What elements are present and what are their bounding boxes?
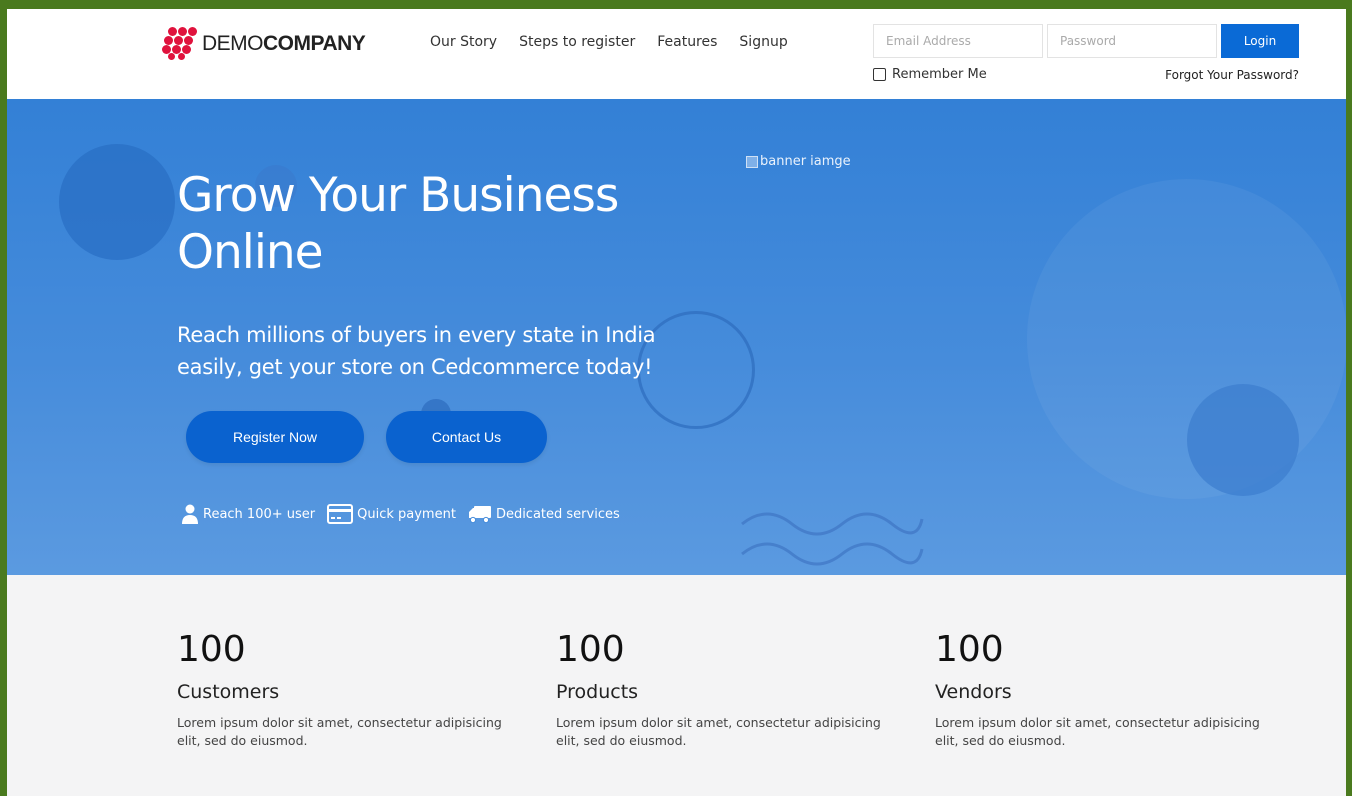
credit-card-icon — [327, 504, 354, 524]
brand-logo[interactable]: DEMOCOMPANY — [162, 27, 366, 61]
stat-number: 100 — [556, 629, 625, 670]
banner-image-alt: banner iamge — [760, 154, 851, 169]
stat-products: 100 Products Lorem ipsum dolor sit amet,… — [556, 630, 896, 750]
feature-quick-payment: Quick payment — [327, 504, 456, 524]
decorative-glow — [1027, 179, 1346, 499]
decorative-circle — [59, 144, 175, 260]
nav-steps-to-register[interactable]: Steps to register — [519, 34, 635, 50]
brand-name: DEMOCOMPANY — [202, 32, 366, 56]
logo-dots-icon — [162, 27, 198, 61]
feature-reach-users: Reach 100+ user — [181, 504, 315, 524]
hero-features: Reach 100+ user Quick payment Dedicated … — [181, 504, 620, 524]
stat-label: Vendors — [935, 681, 1012, 703]
site-header: DEMOCOMPANY Our Story Steps to register … — [7, 9, 1346, 99]
stat-number: 100 — [935, 629, 1004, 670]
feature-label: Quick payment — [357, 506, 456, 522]
forgot-password-link[interactable]: Forgot Your Password? — [1165, 68, 1299, 82]
brand-name-light: DEMO — [202, 32, 264, 55]
stat-description: Lorem ipsum dolor sit amet, consectetur … — [556, 715, 881, 748]
stat-label: Products — [556, 681, 639, 703]
decorative-circle — [1187, 384, 1299, 496]
feature-dedicated-services: Dedicated services — [468, 504, 620, 524]
banner-image: banner iamge — [746, 154, 851, 169]
feature-label: Reach 100+ user — [203, 506, 316, 522]
contact-us-button[interactable]: Contact Us — [386, 411, 547, 463]
login-form: Login Remember Me Forgot Your Password? — [873, 24, 1299, 82]
register-now-button[interactable]: Register Now — [186, 411, 364, 463]
password-field[interactable] — [1047, 24, 1217, 58]
remember-me[interactable]: Remember Me — [873, 67, 987, 82]
stat-vendors: 100 Vendors Lorem ipsum dolor sit amet, … — [935, 630, 1275, 750]
stat-description: Lorem ipsum dolor sit amet, consectetur … — [177, 715, 502, 748]
stats-section: 100 Customers Lorem ipsum dolor sit amet… — [7, 575, 1346, 796]
nav-signup[interactable]: Signup — [739, 34, 787, 50]
stat-label: Customers — [177, 681, 280, 703]
page-frame: DEMOCOMPANY Our Story Steps to register … — [7, 9, 1346, 796]
login-button[interactable]: Login — [1221, 24, 1299, 58]
hero-subtitle: Reach millions of buyers in every state … — [177, 323, 656, 379]
main-nav: Our Story Steps to register Features Sig… — [430, 34, 788, 50]
user-icon — [182, 504, 198, 524]
feature-label: Dedicated services — [495, 506, 620, 522]
broken-image-icon — [746, 155, 758, 168]
remember-me-label: Remember Me — [892, 67, 987, 82]
truck-icon — [468, 506, 491, 524]
nav-our-story[interactable]: Our Story — [430, 34, 497, 50]
stat-number: 100 — [177, 629, 246, 670]
decorative-waves-icon — [741, 512, 924, 566]
stat-description: Lorem ipsum dolor sit amet, consectetur … — [935, 715, 1260, 748]
hero-title: Grow Your Business Online — [177, 168, 619, 280]
nav-features[interactable]: Features — [657, 34, 717, 50]
hero-banner: banner iamge Grow Your Business Online R… — [7, 99, 1346, 575]
brand-name-bold: COMPANY — [263, 32, 366, 55]
stat-customers: 100 Customers Lorem ipsum dolor sit amet… — [177, 630, 517, 750]
email-field[interactable] — [873, 24, 1043, 58]
remember-me-checkbox[interactable] — [873, 68, 886, 81]
